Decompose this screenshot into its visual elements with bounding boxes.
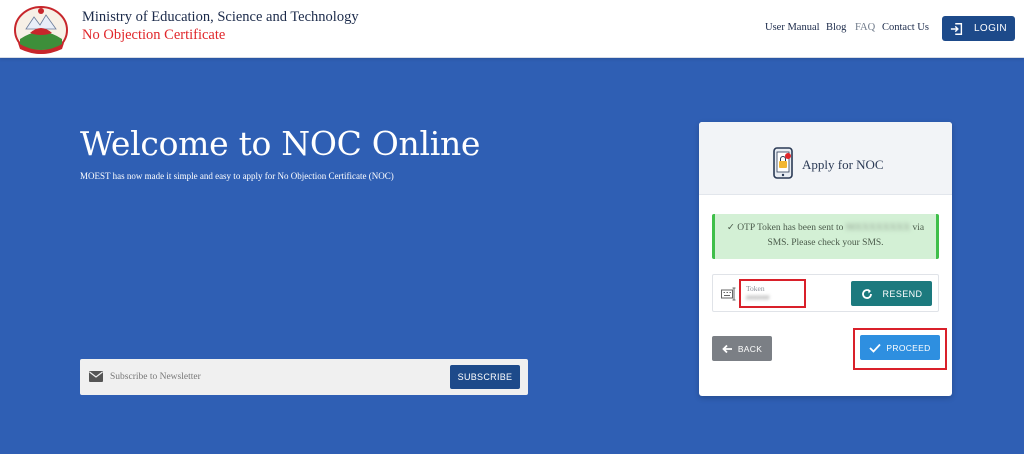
proceed-button[interactable]: PROCEED (860, 335, 940, 360)
arrow-left-icon (722, 344, 732, 353)
card-title: Apply for NOC (802, 157, 884, 172)
resend-label: RESEND (882, 288, 923, 299)
token-label: Token (746, 284, 765, 293)
nav-contact-us[interactable]: Contact Us (882, 22, 929, 33)
token-value: ###### (746, 295, 770, 302)
keyboard-icon (721, 287, 736, 301)
card-header: Apply for NOC (699, 122, 952, 195)
mail-icon (89, 371, 103, 382)
login-label: LOGIN (973, 23, 1008, 34)
otp-success-alert: ✓ OTP Token has been sent to 98XXXXXXXX … (712, 214, 939, 259)
alert-text-prefix: ✓ OTP Token has been sent to (726, 223, 844, 233)
alert-text-line2: SMS. Please check your SMS. (767, 238, 884, 248)
proceed-highlight: PROCEED (853, 328, 947, 370)
nav-faq[interactable]: FAQ (855, 22, 875, 33)
check-icon (869, 343, 882, 353)
nav-user-manual[interactable]: User Manual (765, 22, 820, 33)
back-label: BACK (737, 343, 763, 354)
hero-title: Welcome to NOC Online (80, 124, 481, 163)
token-input[interactable]: Token ###### (739, 279, 806, 308)
hero-subtitle: MOEST has now made it simple and easy to… (80, 171, 394, 181)
back-button[interactable]: BACK (712, 336, 772, 361)
alert-text-suffix: via (912, 223, 925, 233)
token-input-group: Token ###### RESEND (712, 274, 939, 312)
ministry-title: Ministry of Education, Science and Techn… (82, 9, 359, 25)
apply-card: Apply for NOC ✓ OTP Token has been sent … (699, 122, 952, 396)
masked-phone-number: 98XXXXXXXX (845, 223, 911, 233)
phone-lock-icon (773, 147, 793, 179)
refresh-icon (861, 288, 872, 299)
login-icon (950, 22, 963, 35)
site-header: Ministry of Education, Science and Techn… (0, 0, 1024, 58)
login-button[interactable]: LOGIN (942, 16, 1015, 41)
resend-button[interactable]: RESEND (851, 281, 932, 306)
noc-subtitle: No Objection Certificate (82, 27, 226, 43)
newsletter-input[interactable] (110, 368, 410, 386)
proceed-label: PROCEED (886, 342, 931, 353)
subscribe-button[interactable]: SUBSCRIBE (450, 365, 520, 389)
nepal-emblem-icon[interactable] (12, 3, 70, 55)
nav-blog[interactable]: Blog (826, 22, 846, 33)
newsletter-form: SUBSCRIBE (80, 359, 528, 395)
